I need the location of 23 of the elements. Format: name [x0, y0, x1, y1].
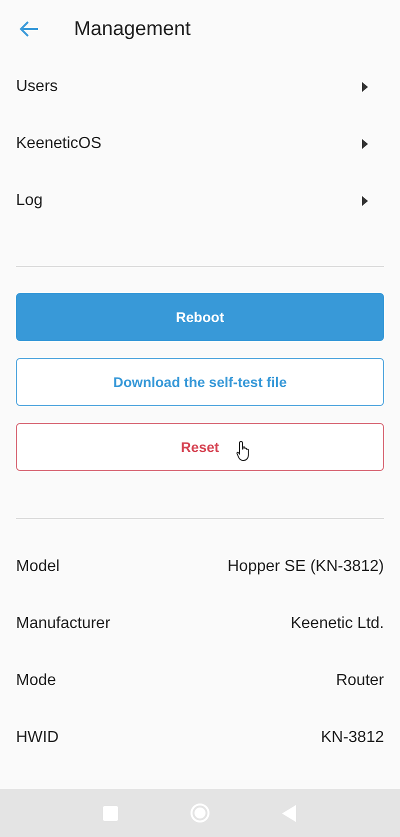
- circle-icon: [190, 803, 210, 823]
- back-nav-button[interactable]: [282, 804, 297, 822]
- info-value: KN-3812: [320, 728, 384, 746]
- caret-icon: [362, 138, 368, 148]
- info-value: Router: [336, 672, 384, 690]
- home-button[interactable]: [190, 803, 210, 823]
- info-value: Keenetic Ltd.: [290, 614, 384, 632]
- info-value: Hopper SE (KN-3812): [227, 558, 384, 576]
- info-label: Manufacturer: [16, 614, 110, 632]
- info-label: HWID: [16, 728, 59, 746]
- caret-icon: [362, 82, 368, 92]
- info-label: Model: [16, 558, 60, 576]
- caret-icon: [362, 196, 368, 206]
- square-icon: [103, 806, 118, 820]
- menu-item[interactable]: KeeneticOS: [0, 115, 400, 172]
- menu-item[interactable]: Users: [0, 58, 400, 115]
- recents-button[interactable]: [103, 806, 118, 820]
- reset-button[interactable]: Reset: [16, 423, 384, 471]
- menu-item[interactable]: Log: [0, 172, 400, 229]
- back-arrow-icon: [19, 21, 39, 37]
- triangle-icon: [282, 804, 297, 822]
- page-title: Management: [74, 18, 191, 40]
- info-label: Mode: [16, 672, 56, 690]
